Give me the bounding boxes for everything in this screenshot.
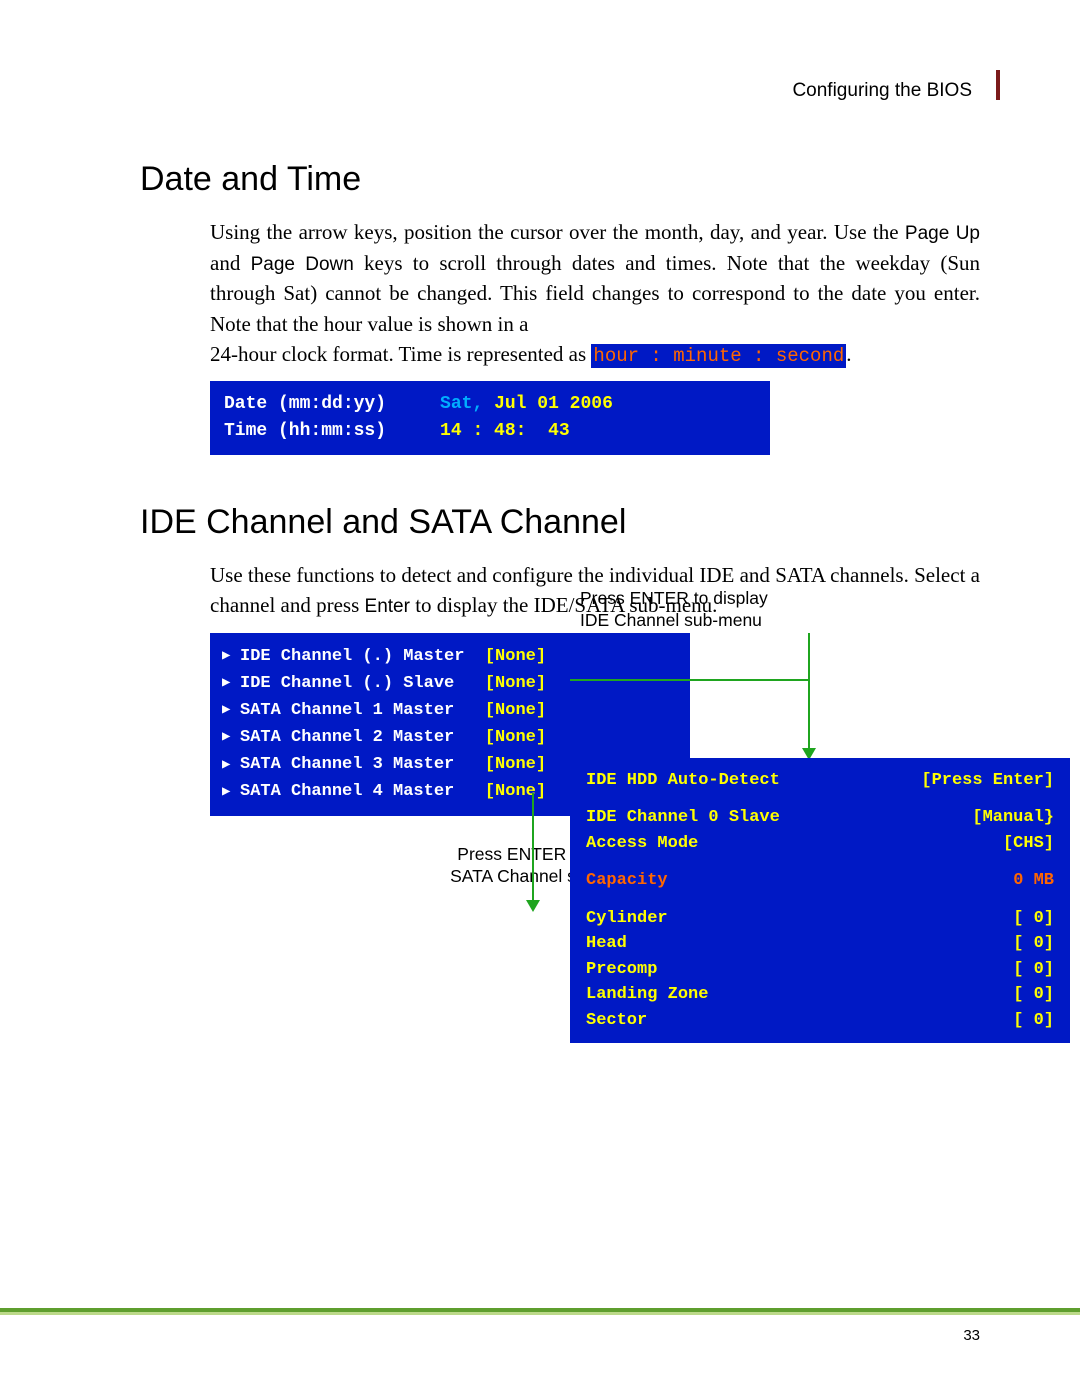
key-page-down: Page Down bbox=[251, 254, 354, 275]
key-enter: Enter bbox=[365, 596, 410, 617]
text: Using the arrow keys, position the curso… bbox=[210, 220, 905, 244]
connector-line bbox=[570, 679, 810, 681]
submenu-label: Capacity bbox=[586, 868, 668, 894]
submenu-value: 0 MB bbox=[1013, 868, 1054, 894]
channel-label: SATA Channel 3 Master bbox=[240, 751, 485, 778]
submenu-label: Sector bbox=[586, 1008, 647, 1034]
text: 24-hour clock format. Time is represente… bbox=[210, 342, 591, 366]
submenu-arrow-icon: ▶ bbox=[222, 672, 240, 694]
body-paragraph: Using the arrow keys, position the curso… bbox=[210, 217, 980, 339]
channel-label: SATA Channel 2 Master bbox=[240, 724, 485, 751]
connector-line bbox=[532, 793, 534, 903]
submenu-value: [Press Enter] bbox=[921, 768, 1054, 794]
bios-row: IDE HDD Auto-Detect [Press Enter] bbox=[586, 768, 1054, 794]
bios-row: Landing Zone [ 0] bbox=[586, 982, 1054, 1008]
channel-label: IDE Channel (.) Master bbox=[240, 643, 485, 670]
submenu-label: IDE Channel 0 Slave bbox=[586, 805, 780, 831]
bios-label: Date (mm:dd:yy) bbox=[224, 391, 440, 418]
submenu-label: Access Mode bbox=[586, 831, 698, 857]
channel-value: [None] bbox=[485, 778, 546, 805]
text: and bbox=[210, 251, 251, 275]
channel-label: SATA Channel 4 Master bbox=[240, 778, 485, 805]
bios-time-value: 14 : 48: 43 bbox=[440, 418, 570, 445]
bios-row: IDE Channel 0 Slave [Manual} bbox=[586, 805, 1054, 831]
submenu-label: Cylinder bbox=[586, 906, 668, 932]
highlight-time-format: hour : minute : second bbox=[591, 344, 846, 368]
page-number: 33 bbox=[963, 1327, 980, 1344]
bios-row: Date (mm:dd:yy) Sat, Jul 01 2006 bbox=[224, 391, 756, 418]
submenu-label: Precomp bbox=[586, 957, 657, 983]
section-title-ide-sata: IDE Channel and SATA Channel bbox=[140, 503, 980, 542]
bios-row: Precomp [ 0] bbox=[586, 957, 1054, 983]
body-paragraph: 24-hour clock format. Time is represente… bbox=[210, 339, 980, 371]
bios-row: Access Mode [CHS] bbox=[586, 831, 1054, 857]
bios-row: Time (hh:mm:ss) 14 : 48: 43 bbox=[224, 418, 756, 445]
bios-channel-row: ▶IDE Channel (.) Master [None] bbox=[222, 643, 678, 670]
bios-channel-row: ▶SATA Channel 1 Master [None] bbox=[222, 697, 678, 724]
submenu-label: IDE HDD Auto-Detect bbox=[586, 768, 780, 794]
connector-line bbox=[808, 679, 810, 751]
caption-line: Press ENTER to display bbox=[580, 587, 768, 610]
submenu-arrow-icon: ▶ bbox=[222, 726, 240, 748]
channel-diagram-area: ▶IDE Channel (.) Master [None] ▶IDE Chan… bbox=[210, 633, 980, 816]
text: . bbox=[846, 342, 851, 366]
bios-row: Head [ 0] bbox=[586, 931, 1054, 957]
bios-weekday: Sat, bbox=[440, 391, 494, 418]
bios-date-value: Jul 01 2006 bbox=[494, 391, 613, 418]
bios-label: Time (hh:mm:ss) bbox=[224, 418, 440, 445]
submenu-arrow-icon: ▶ bbox=[222, 781, 240, 803]
bios-channel-row: ▶SATA Channel 2 Master [None] bbox=[222, 724, 678, 751]
submenu-value: [ 0] bbox=[1013, 906, 1054, 932]
channel-label: IDE Channel (.) Slave bbox=[240, 670, 485, 697]
bios-submenu-box: IDE HDD Auto-Detect [Press Enter] IDE Cha… bbox=[570, 758, 1070, 1044]
bios-channel-row: ▶IDE Channel (.) Slave [None] bbox=[222, 670, 678, 697]
submenu-label: Head bbox=[586, 931, 627, 957]
header-accent-bar bbox=[996, 70, 1000, 100]
submenu-value: [CHS] bbox=[1003, 831, 1054, 857]
submenu-value: [Manual} bbox=[972, 805, 1054, 831]
channel-value: [None] bbox=[485, 643, 546, 670]
channel-value: [None] bbox=[485, 724, 546, 751]
submenu-arrow-icon: ▶ bbox=[222, 699, 240, 721]
section-title-date-time: Date and Time bbox=[140, 160, 980, 199]
submenu-arrow-icon: ▶ bbox=[222, 754, 240, 776]
footer-stripe bbox=[0, 1308, 1080, 1318]
channel-label: SATA Channel 1 Master bbox=[240, 697, 485, 724]
submenu-value: [ 0] bbox=[1013, 931, 1054, 957]
channel-value: [None] bbox=[485, 697, 546, 724]
caption-ide-submenu: Press ENTER to display IDE Channel sub-m… bbox=[580, 587, 768, 633]
running-header: Configuring the BIOS bbox=[140, 80, 980, 102]
bios-row: Sector [ 0] bbox=[586, 1008, 1054, 1034]
bios-row: Capacity 0 MB bbox=[586, 868, 1054, 894]
channel-value: [None] bbox=[485, 751, 546, 778]
submenu-label: Landing Zone bbox=[586, 982, 708, 1008]
arrow-down-icon bbox=[526, 900, 540, 912]
connector-line bbox=[808, 633, 810, 679]
submenu-value: [ 0] bbox=[1013, 1008, 1054, 1034]
key-page-up: Page Up bbox=[905, 223, 980, 244]
submenu-arrow-icon: ▶ bbox=[222, 645, 240, 667]
submenu-value: [ 0] bbox=[1013, 982, 1054, 1008]
channel-value: [None] bbox=[485, 670, 546, 697]
bios-date-time-box: Date (mm:dd:yy) Sat, Jul 01 2006 Time (h… bbox=[210, 381, 770, 455]
submenu-value: [ 0] bbox=[1013, 957, 1054, 983]
bios-row: Cylinder [ 0] bbox=[586, 906, 1054, 932]
caption-line: IDE Channel sub-menu bbox=[580, 609, 768, 632]
